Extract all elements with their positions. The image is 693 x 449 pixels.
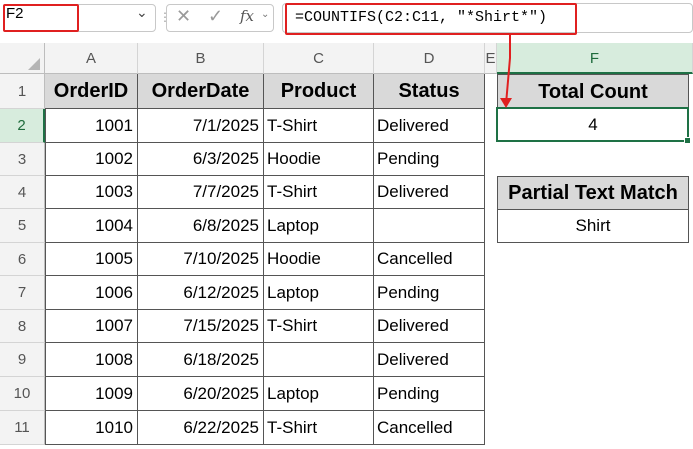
annotation-arrow-icon (500, 35, 512, 108)
